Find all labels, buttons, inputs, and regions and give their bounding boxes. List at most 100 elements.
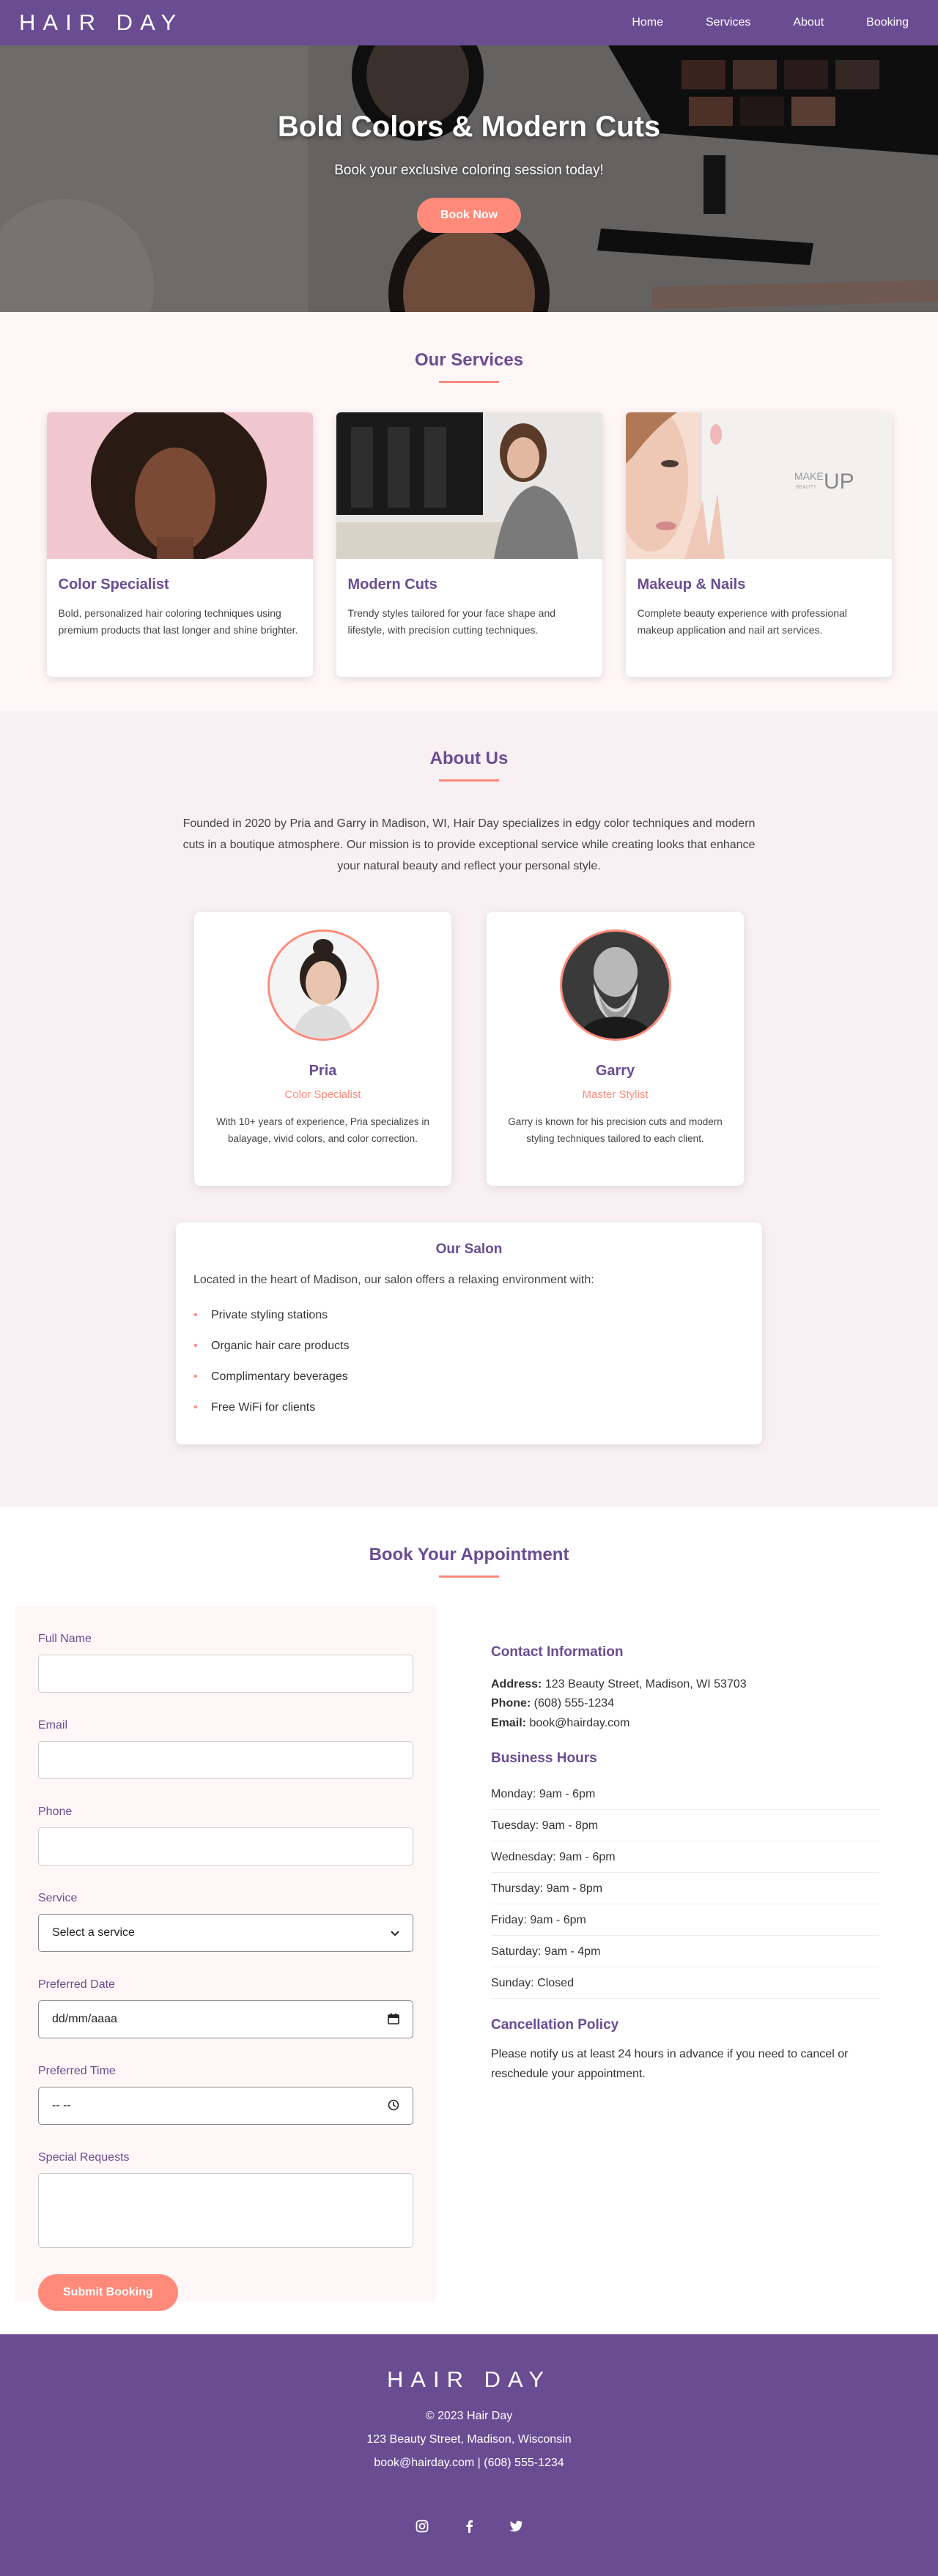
member-bio: With 10+ years of experience, Pria speci…	[216, 1116, 429, 1145]
service-card-cuts[interactable]: Modern Cuts Trendy styles tailored for y…	[336, 412, 602, 677]
color-specialist-image	[46, 412, 313, 559]
about-section: About Us Founded in 2020 by Pria and Gar…	[0, 710, 938, 1507]
list-item: Complimentary beverages	[193, 1362, 745, 1392]
list-item: Free WiFi for clients	[193, 1392, 745, 1423]
address-label: Address:	[491, 1678, 542, 1690]
address-value: 123 Beauty Street, Madison, WI 53703	[544, 1678, 747, 1690]
phone-label: Phone	[38, 1805, 73, 1818]
hero-section: Bold Colors & Modern Cuts Book your excl…	[0, 45, 938, 312]
email-value: book@hairday.com	[529, 1716, 630, 1729]
nav-link-services[interactable]: Services	[706, 16, 750, 29]
services-title: Our Services	[414, 350, 524, 370]
contact-email: Email: book@hairday.com	[491, 1714, 879, 1733]
list-item: Sunday: Closed	[491, 1967, 879, 2000]
salon-intro: Located in the heart of Madison, our sal…	[193, 1274, 594, 1287]
field-full-name: Full Name	[38, 1633, 413, 1693]
modern-cuts-image	[336, 412, 602, 559]
calendar-icon[interactable]	[388, 2013, 399, 2027]
email-label: Email	[38, 1719, 68, 1731]
email-input[interactable]	[38, 1741, 413, 1779]
book-now-button[interactable]: Book Now	[416, 198, 522, 233]
booking-info: Contact Information Address: 123 Beauty …	[491, 1606, 879, 2301]
makeup-nails-image: MAKE UP BEAUTY	[625, 412, 892, 559]
avatar	[267, 929, 379, 1042]
date-input[interactable]: dd/mm/aaaa	[38, 2000, 413, 2038]
top-navbar: HAIR DAY Home Services About Booking	[0, 0, 938, 45]
member-role: Color Specialist	[284, 1088, 361, 1102]
email-label: Email:	[491, 1716, 527, 1729]
full-name-label: Full Name	[38, 1633, 92, 1645]
salon-title: Our Salon	[435, 1241, 503, 1258]
footer-logo: HAIR DAY	[386, 2367, 552, 2392]
nav-link-home[interactable]: Home	[632, 16, 663, 29]
pria-photo	[269, 932, 377, 1039]
card-title: Makeup & Nails	[637, 576, 746, 593]
about-text: Founded in 2020 by Pria and Garry in Mad…	[182, 817, 756, 872]
card-title: Modern Cuts	[347, 576, 437, 593]
phone-input[interactable]	[38, 1827, 413, 1866]
nav-links: Home Services About Booking	[589, 16, 909, 29]
card-body: Makeup & Nails Complete beauty experienc…	[626, 559, 892, 639]
member-name: Garry	[595, 1063, 635, 1080]
card-text: Trendy styles tailored for your face sha…	[347, 607, 556, 636]
requests-label: Special Requests	[38, 2151, 130, 2164]
policy-text: Please notify us at least 24 hours in ad…	[491, 2048, 849, 2080]
time-input[interactable]: -- --	[38, 2087, 413, 2125]
nav-link-about[interactable]: About	[793, 16, 824, 29]
footer-copyright: © 2023 Hair Day	[425, 2410, 513, 2422]
field-time: Preferred Time -- --	[38, 2065, 413, 2125]
hero-subtitle: Book your exclusive coloring session tod…	[334, 163, 604, 178]
footer-address: 123 Beauty Street, Madison, Wisconsin	[366, 2433, 572, 2446]
twitter-icon[interactable]	[506, 2516, 526, 2536]
full-name-input[interactable]	[38, 1655, 413, 1693]
member-role: Master Stylist	[582, 1088, 649, 1102]
contact-details: Address: 123 Beauty Street, Madison, WI …	[491, 1675, 879, 1733]
phone-value: (608) 555-1234	[533, 1697, 615, 1710]
special-requests-textarea[interactable]	[38, 2173, 413, 2248]
clock-icon[interactable]	[388, 2099, 399, 2113]
card-title: Color Specialist	[58, 576, 169, 593]
booking-section: Book Your Appointment Full Name Email Ph…	[0, 1507, 938, 2334]
hours-title: Business Hours	[491, 1751, 597, 1767]
service-card-makeup[interactable]: MAKE UP BEAUTY Makeup & Nails Complete b…	[625, 412, 892, 677]
policy-title: Cancellation Policy	[491, 2017, 619, 2033]
list-item: Monday: 9am - 6pm	[491, 1778, 879, 1811]
field-requests: Special Requests	[38, 2151, 413, 2248]
nav-link-booking[interactable]: Booking	[866, 16, 909, 29]
salon-features-list: Private styling stations Organic hair ca…	[193, 1300, 745, 1423]
service-selected-value: Select a service	[52, 1926, 135, 1939]
card-text: Complete beauty experience with professi…	[637, 607, 847, 636]
submit-booking-button[interactable]: Submit Booking	[38, 2274, 178, 2311]
list-item: Organic hair care products	[193, 1331, 745, 1362]
field-email: Email	[38, 1719, 413, 1779]
about-title: About Us	[429, 749, 509, 768]
chevron-down-icon	[391, 1927, 399, 1939]
up-word: UP	[824, 469, 854, 494]
time-label: Preferred Time	[38, 2065, 116, 2077]
team-card-pria: Pria Color Specialist With 10+ years of …	[194, 912, 451, 1187]
member-bio: Garry is known for his precision cuts an…	[508, 1116, 723, 1145]
contact-phone: Phone: (608) 555-1234	[491, 1694, 879, 1713]
service-label: Service	[38, 1892, 78, 1904]
title-underline	[439, 381, 499, 383]
instagram-icon[interactable]	[412, 2516, 432, 2536]
salon-card: Our Salon Located in the heart of Madiso…	[176, 1222, 762, 1445]
services-section: Our Services Color Specialist Bold, pers…	[0, 312, 938, 710]
list-item: Thursday: 9am - 8pm	[491, 1873, 879, 1905]
makeup-word: MAKE	[794, 470, 824, 482]
logo[interactable]: HAIR DAY	[19, 10, 183, 36]
card-body: Modern Cuts Trendy styles tailored for y…	[336, 559, 602, 639]
title-underline	[439, 1575, 499, 1578]
footer: HAIR DAY © 2023 Hair Day 123 Beauty Stre…	[0, 2334, 938, 2576]
hero-title: Bold Colors & Modern Cuts	[277, 111, 661, 143]
social-links	[0, 2516, 938, 2536]
garry-photo	[561, 932, 669, 1039]
phone-label: Phone:	[491, 1697, 531, 1710]
service-card-color[interactable]: Color Specialist Bold, personalized hair…	[46, 412, 313, 677]
list-item: Private styling stations	[193, 1300, 745, 1331]
facebook-icon[interactable]	[459, 2516, 479, 2536]
service-select[interactable]: Select a service	[38, 1914, 413, 1952]
footer-contact: book@hairday.com | (608) 555-1234	[374, 2457, 564, 2469]
hero-content: Bold Colors & Modern Cuts Book your excl…	[0, 45, 938, 233]
member-name: Pria	[309, 1063, 337, 1080]
